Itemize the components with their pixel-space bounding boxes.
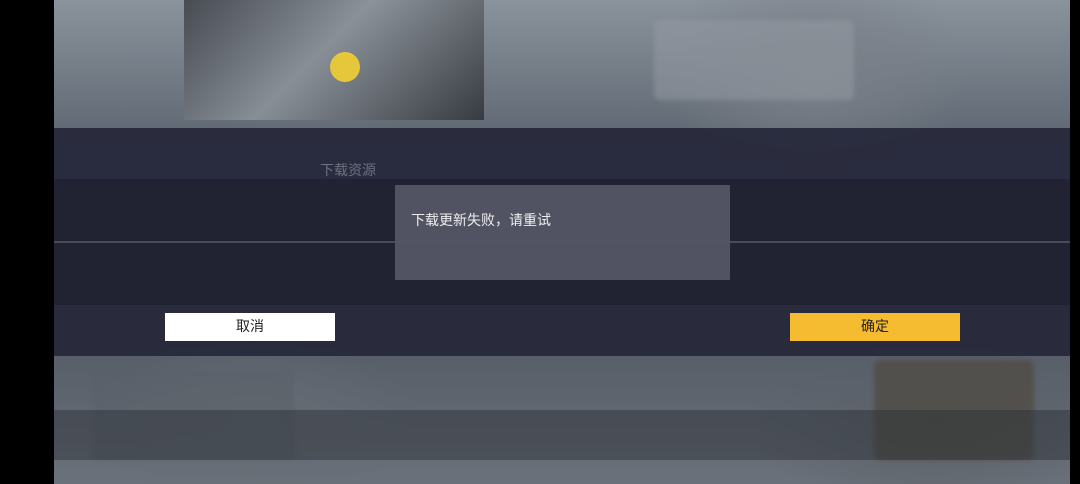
right-edge-strip [1070,0,1080,484]
background-progress-bar [54,410,1070,460]
toast-message: 下载更新失败，请重试 [411,213,551,229]
game-screen: 下载资源 取消 确定 下载更新失败，请重试 [0,0,1080,484]
error-toast: 下载更新失败，请重试 [395,185,730,280]
background-worker [330,52,360,82]
dialog-title: 下载资源 [320,163,376,179]
confirm-button[interactable]: 确定 [790,313,960,341]
cancel-button[interactable]: 取消 [165,313,335,341]
